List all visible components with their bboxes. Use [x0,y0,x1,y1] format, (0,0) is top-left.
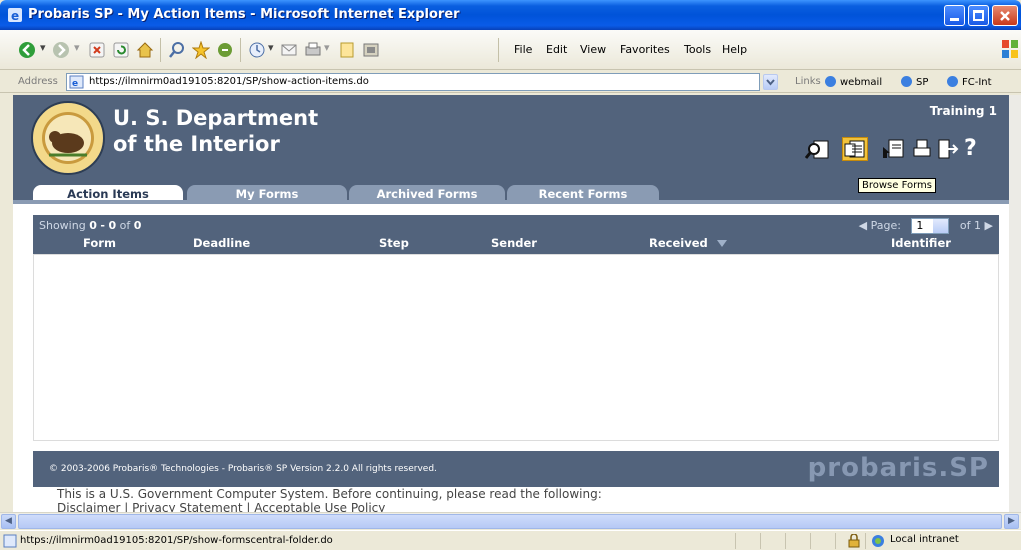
ie-link-icon [947,76,958,87]
column-deadline[interactable]: Deadline [193,236,250,250]
print-toolbar-icon[interactable] [304,41,322,59]
site-footer: © 2003-2006 Probaris® Technologies - Pro… [33,451,999,487]
browse-forms-tooltip: Browse Forms [858,178,936,193]
intranet-zone-icon [872,535,884,547]
close-icon [1000,11,1010,21]
refresh-icon[interactable] [112,41,130,59]
status-bar: https://ilmnirm0ad19105:8201/SP/show-for… [0,530,1021,550]
vertical-scrollbar[interactable] [1009,95,1021,512]
prev-page-icon[interactable]: ◀ [859,219,867,232]
column-form[interactable]: Form [83,236,116,250]
address-dropdown-button[interactable] [763,74,778,90]
scroll-right-icon[interactable]: ▶ [1004,514,1019,529]
svg-text:e: e [11,9,19,23]
site-header: U. S. Department of the Interior Trainin… [13,95,1009,179]
window-title: Probaris SP - My Action Items - Microsof… [28,7,460,22]
inbox-forms-icon[interactable] [881,137,907,161]
showing-count: Showing 0 - 0 of 0 [39,219,142,232]
print-icon[interactable] [910,137,936,161]
column-sender[interactable]: Sender [491,236,537,250]
history-icon[interactable] [248,41,266,59]
edit-icon[interactable] [338,41,356,59]
minimize-button[interactable] [944,5,965,26]
tab-underline [13,200,1009,204]
browse-forms-icon [844,140,865,158]
chevron-down-icon [766,79,775,86]
copyright-text: © 2003-2006 Probaris® Technologies - Pro… [49,464,437,474]
chevron-down-icon [933,219,949,233]
logout-icon[interactable] [935,137,961,161]
interior-seal-logo [31,101,105,175]
menu-help[interactable]: Help [722,43,747,56]
maximize-button[interactable] [968,5,989,26]
status-url: https://ilmnirm0ad19105:8201/SP/show-for… [20,535,333,546]
address-input[interactable]: e https://ilmnirm0ad19105:8201/SP/show-a… [66,73,760,91]
menu-favorites[interactable]: Favorites [620,43,670,56]
stop-icon[interactable] [88,41,106,59]
page-icon: e [69,75,84,89]
pager: ◀ Page: 1 of 1 ▶ [859,218,993,234]
address-label: Address [18,76,58,87]
address-bar: Address e https://ilmnirm0ad19105:8201/S… [0,71,1021,93]
print-dropdown-icon[interactable]: ▾ [324,41,330,54]
ie-icon: e [8,8,22,23]
page-of: of 1 [959,219,982,232]
page-select[interactable]: 1 [911,218,950,234]
messenger-icon[interactable] [362,41,380,59]
svg-text:e: e [72,79,78,89]
action-items-table-body [33,254,999,441]
link-fc-int[interactable]: FC-Int [946,75,992,88]
ie-link-icon [901,76,912,87]
grid-header: Showing 0 - 0 of 0 ◀ Page: 1 of 1 ▶ Form… [33,215,999,254]
menu-tools[interactable]: Tools [684,43,711,56]
column-received[interactable]: Received [649,236,708,250]
windows-logo-icon [1002,40,1018,58]
link-webmail[interactable]: webmail [824,75,882,88]
page-label: Page: [870,219,901,232]
back-dropdown-icon[interactable]: ▾ [40,41,46,54]
page-status-icon [3,534,17,548]
mail-icon[interactable] [280,41,298,59]
back-icon[interactable] [18,41,36,59]
probaris-logo: probaris.SP [807,453,989,483]
page-content: U. S. Department of the Interior Trainin… [13,95,1009,515]
search-forms-icon[interactable] [805,137,831,161]
media-icon[interactable] [216,41,234,59]
sort-down-icon [717,240,727,247]
menu-file[interactable]: File [514,43,532,56]
department-title: U. S. Department of the Interior [113,106,319,156]
column-identifier[interactable]: Identifier [891,236,951,250]
lock-icon [848,534,860,548]
next-page-icon[interactable]: ▶ [985,219,993,232]
menu-view[interactable]: View [580,43,606,56]
scroll-thumb[interactable] [18,514,1002,529]
help-icon[interactable]: ? [964,137,990,161]
home-icon[interactable] [136,41,154,59]
security-zone: Local intranet [890,534,959,545]
menu-edit[interactable]: Edit [546,43,567,56]
user-label: Training 1 [929,104,997,118]
address-url: https://ilmnirm0ad19105:8201/SP/show-act… [89,76,369,87]
ie-link-icon [825,76,836,87]
browser-toolbar: ▾ ▾ ▾ ▾ File Edit View Favorites Tools H… [0,30,1021,70]
forward-icon[interactable] [52,41,70,59]
government-notice: This is a U.S. Government Computer Syste… [57,487,602,515]
scroll-left-icon[interactable]: ◀ [1,514,16,529]
links-label: Links [795,76,821,87]
forward-dropdown-icon[interactable]: ▾ [74,41,80,54]
window-title-bar: e Probaris SP - My Action Items - Micros… [0,0,1021,30]
horizontal-scrollbar[interactable]: ◀ ▶ [0,512,1021,529]
favorites-icon[interactable] [192,41,210,59]
history-dropdown-icon[interactable]: ▾ [268,41,274,54]
column-step[interactable]: Step [379,236,409,250]
browse-forms-button[interactable] [842,137,868,161]
search-icon[interactable] [168,41,186,59]
link-sp[interactable]: SP [900,75,928,88]
close-button[interactable] [992,5,1018,26]
